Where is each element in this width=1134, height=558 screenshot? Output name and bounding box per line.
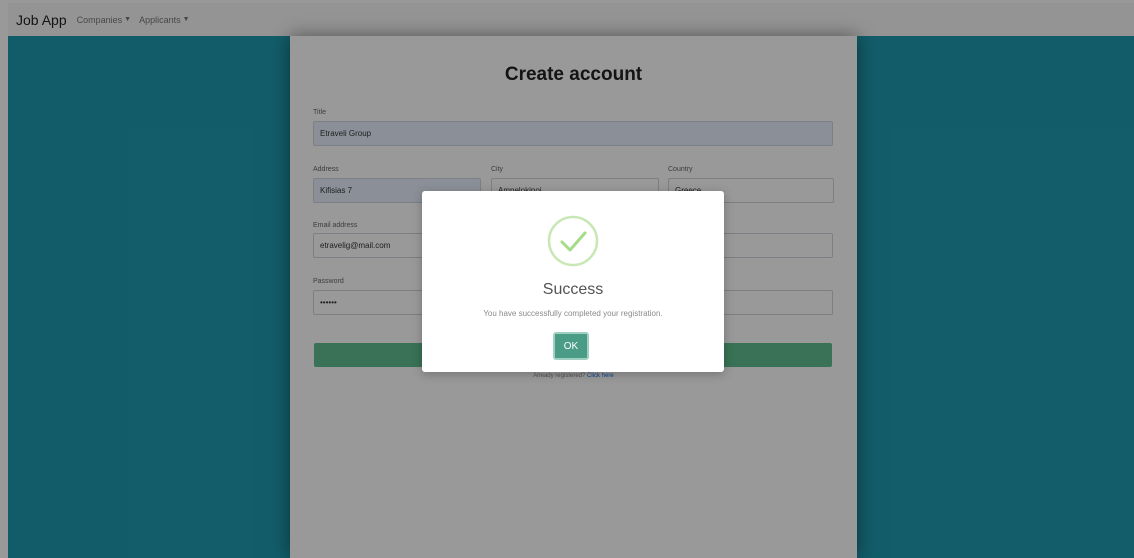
ok-button[interactable]: OK (553, 332, 589, 360)
success-modal: Success You have successfully completed … (422, 191, 724, 372)
modal-title: Success (542, 281, 604, 298)
modal-message: You have successfully completed your reg… (483, 309, 663, 318)
check-circle-icon (547, 215, 599, 267)
